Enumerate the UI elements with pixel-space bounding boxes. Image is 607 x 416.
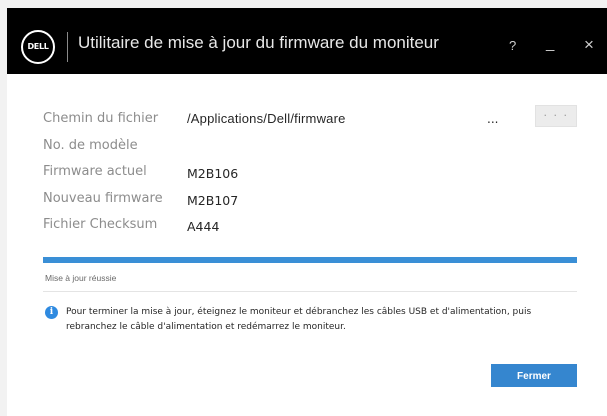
current-firmware-value: M2B106	[187, 166, 239, 181]
current-firmware-label: Firmware actuel	[43, 164, 147, 179]
title-bar: DELL Utilitaire de mise à jour du firmwa…	[7, 8, 607, 74]
status-text: Mise à jour réussie	[45, 273, 117, 283]
info-message: Pour terminer la mise à jour, éteignez l…	[66, 307, 532, 332]
browse-button[interactable]: · · ·	[535, 105, 577, 127]
help-button[interactable]: ?	[509, 38, 516, 53]
dell-logo: DELL	[21, 30, 55, 64]
updater-window: DELL Utilitaire de mise à jour du firmwa…	[7, 8, 607, 416]
file-path-value: /Applications/Dell/firmware	[187, 111, 346, 126]
checksum-label: Fichier Checksum	[43, 217, 158, 232]
title-divider	[67, 32, 68, 62]
model-label: No. de modèle	[43, 138, 138, 153]
progress-bar	[43, 257, 577, 263]
path-ellipsis: ...	[487, 112, 499, 126]
file-path-label: Chemin du fichier	[43, 111, 159, 126]
close-window-button[interactable]: ×	[584, 35, 594, 55]
progress-fill	[43, 257, 577, 263]
close-button[interactable]: Fermer	[491, 364, 577, 387]
minimize-button[interactable]: _	[546, 35, 554, 52]
window-title: Utilitaire de mise à jour du firmware du…	[78, 33, 439, 52]
checksum-value: A444	[187, 219, 220, 234]
new-firmware-label: Nouveau firmware	[43, 191, 163, 206]
divider	[43, 291, 577, 292]
new-firmware-value: M2B107	[187, 193, 239, 208]
info-icon: i	[45, 306, 58, 319]
